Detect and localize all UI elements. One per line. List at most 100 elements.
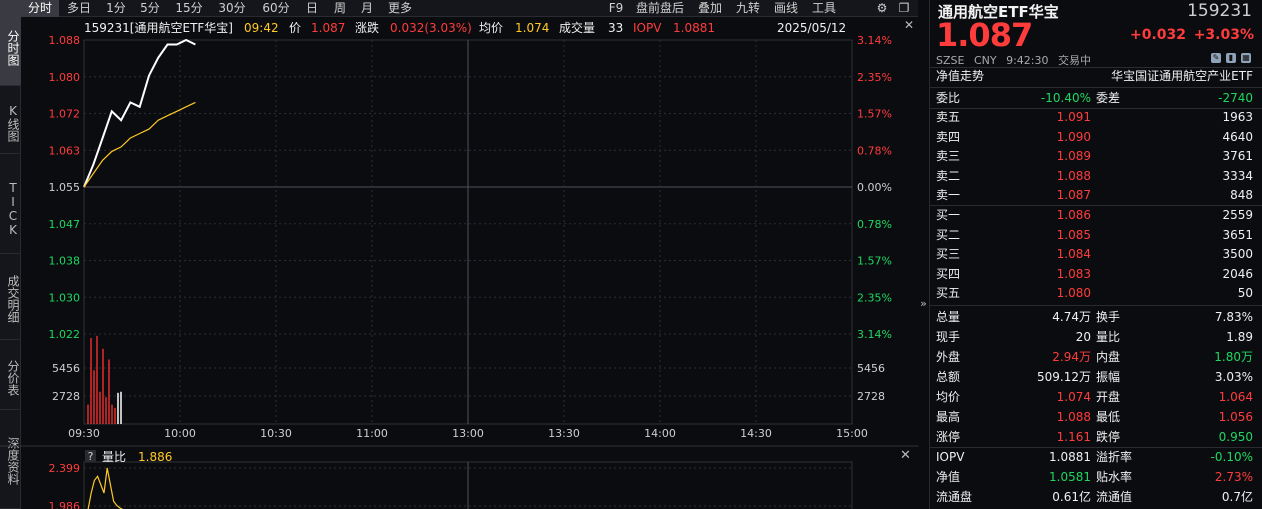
ask-label: 卖一 [936,188,961,203]
chart-ticks: 1.088 3.14% 1.080 2.35% 1.072 1.57% 1.063 0.78%… [49,34,892,440]
ask-price: 1.091 [1056,110,1091,124]
stat-row: 最高 1.088 最低 1.056 [930,407,1262,427]
stat-value: 1.161 [1056,430,1091,444]
pct-tick-label: 1.57% [857,108,892,121]
stat-value: 1.074 [1056,390,1091,404]
ask-volume: 3761 [1222,149,1253,164]
stat-row: 均价 1.074 开盘 1.064 [930,387,1262,407]
volume-tick-label-right: 2728 [857,390,885,403]
bid-row: 买四 1.083 2046 [930,264,1262,284]
bid-price: 1.084 [1056,247,1091,262]
ask-label: 卖三 [936,149,961,164]
ask-label: 卖五 [936,110,961,124]
chart-icon[interactable]: ▦ [1241,53,1251,63]
ask-volume: 1963 [1222,110,1253,124]
stat-row: 净值 1.0581 贴水率 2.73% [930,467,1262,487]
stat-value: 1.056 [1218,410,1253,424]
stat-value: 0.950 [1218,430,1253,444]
price-change-pct: +3.03% [1193,27,1254,43]
sub-tick-label: 2.399 [49,462,81,475]
intraday-chart: 1.088 3.14% 1.080 2.35% 1.072 1.57% 1.063 0.78%… [0,34,918,509]
sub-indicator: ? 量比 1.886 2.399 1.986 [0,445,918,509]
collapse-panel-icon[interactable]: » [918,297,929,310]
pct-tick-label: 3.14% [857,34,892,47]
price-change: +0.032 [1130,27,1187,43]
stat-row: 总量 4.74万 换手 7.83% [930,307,1262,327]
time-tick-label: 15:00 [836,427,868,440]
bid-label: 买四 [936,266,961,281]
volume-bars [87,335,122,424]
ask-row: 卖五 1.091 1963 [930,107,1262,127]
stat-row: 总额 509.12万 振幅 3.03% [930,367,1262,387]
sub-indicator-name: 量比 [102,450,126,464]
bid-price: 1.083 [1056,266,1091,281]
stat-label: 涨停 [936,430,961,444]
stat-label: 流通值 [1096,490,1133,504]
time-tick-label: 11:00 [356,427,388,440]
price-tick-label: 1.088 [49,34,81,47]
stat-label: 最高 [936,410,961,424]
price-tick-label: 1.063 [49,144,81,157]
bid-volume: 2046 [1222,266,1253,281]
ask-price: 1.087 [1056,188,1091,203]
stat-label: 开盘 [1096,390,1121,404]
bid-row: 买三 1.084 3500 [930,244,1262,264]
pct-tick-label: 0.78% [857,144,892,157]
bid-row: 买二 1.085 3651 [930,225,1262,245]
order-diff: -2740 [1218,91,1253,105]
order-ratio: -10.40% [1040,91,1091,105]
stat-value: 7.83% [1214,310,1253,324]
time-tick-label: 10:30 [260,427,292,440]
stat-row: 流通盘 0.61亿 流通值 0.7亿 [930,487,1262,507]
stat-label: IOPV [936,450,965,464]
close-sub-indicator-icon[interactable]: ✕ [900,448,911,463]
last-price: 1.087 [936,16,1033,54]
stat-label: 内盘 [1096,350,1121,364]
ask-volume: 3334 [1222,168,1253,183]
stat-value: 1.0581 [1049,470,1091,484]
sub-indicator-value: 1.886 [138,450,172,464]
stat-row: IOPV 1.0881 溢折率 -0.10% [930,447,1262,467]
ask-volume: 4640 [1222,129,1253,144]
bid-row: 买一 1.086 2559 [930,205,1262,225]
edit-icon[interactable]: ✎ [1211,53,1221,63]
stat-value: 0.61亿 [1052,490,1091,504]
pct-tick-label: 0.00% [857,181,892,194]
pin-icon[interactable]: ▮ [1226,53,1236,63]
stat-label: 净值 [936,470,961,484]
price-tick-label: 1.080 [49,71,81,84]
security-code: 159231 [1187,1,1252,21]
stat-label: 总量 [936,310,961,324]
bid-price: 1.086 [1056,208,1091,222]
time-tick-label: 10:00 [164,427,196,440]
stat-value: -0.10% [1210,450,1253,464]
volume-tick-label: 2728 [52,390,80,403]
stat-value: 1.80万 [1214,350,1253,364]
ask-label: 卖四 [936,129,961,144]
stat-value: 2.73% [1214,470,1253,484]
order-ratio-label: 委比 [936,91,961,105]
order-ratio-row: 委比 -10.40% 委差 -2740 [930,88,1262,108]
bid-price: 1.085 [1056,227,1091,242]
time-tick-label: 09:30 [68,427,100,440]
ask-row: 卖三 1.089 3761 [930,146,1262,166]
ask-row: 卖二 1.088 3334 [930,166,1262,186]
bid-price: 1.080 [1056,286,1091,301]
stat-value: 1.89 [1226,330,1253,344]
stat-label: 总额 [936,370,961,384]
ask-price: 1.088 [1056,168,1091,183]
stat-value: 1.064 [1218,390,1253,404]
nav-trend-row[interactable]: 净值走势 华宝国证通用航空产业ETF [930,66,1262,86]
pct-tick-label: 3.14% [857,328,892,341]
ask-price: 1.090 [1056,129,1091,144]
stat-label: 振幅 [1096,370,1121,384]
stat-value: 3.03% [1214,370,1253,384]
bid-label: 买五 [936,286,961,301]
help-icon: ? [88,450,94,463]
stat-value: 4.74万 [1052,310,1091,324]
stat-label: 最低 [1096,410,1121,424]
stat-label: 外盘 [936,350,961,364]
bid-volume: 50 [1237,286,1253,301]
price-tick-label: 1.030 [49,291,81,304]
price-tick-label: 1.047 [49,218,81,231]
